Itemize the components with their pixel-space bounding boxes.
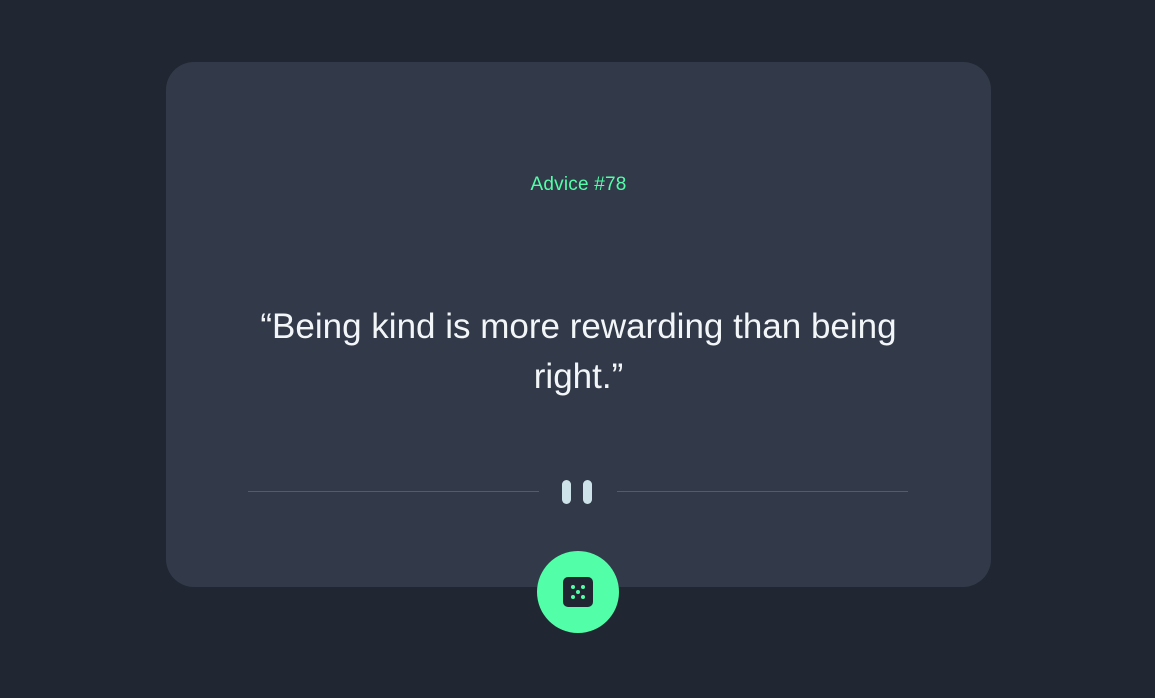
- advice-quote: “Being kind is more rewarding than being…: [260, 307, 897, 396]
- dice-icon: [563, 577, 593, 607]
- new-advice-button[interactable]: [537, 551, 619, 633]
- pause-bar-left: [562, 480, 571, 504]
- divider-line-left: [248, 491, 539, 492]
- page: Advice #78 “Being kind is more rewarding…: [0, 0, 1155, 698]
- advice-card: Advice #78 “Being kind is more rewarding…: [166, 62, 991, 587]
- advice-number: Advice #78: [530, 174, 627, 195]
- pause-icon: [562, 480, 594, 504]
- pause-bar-right: [583, 480, 592, 504]
- divider-line-right: [617, 491, 908, 492]
- pattern-divider: [248, 480, 908, 504]
